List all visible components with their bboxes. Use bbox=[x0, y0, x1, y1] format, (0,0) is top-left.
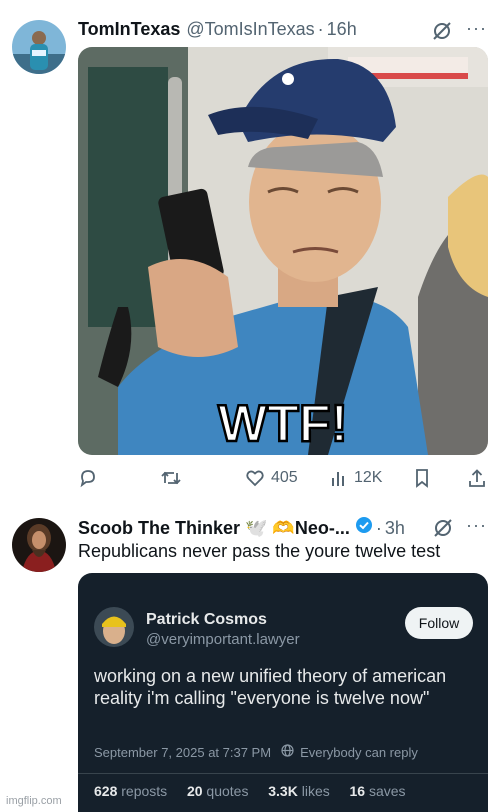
divider bbox=[78, 773, 488, 774]
follow-button: Follow bbox=[405, 607, 473, 639]
quote-audience: Everybody can reply bbox=[300, 744, 418, 760]
grok-icon[interactable] bbox=[432, 517, 454, 544]
handle[interactable]: @TomIsInTexas bbox=[186, 19, 314, 40]
quote-avatar bbox=[94, 607, 134, 647]
more-icon[interactable]: ··· bbox=[466, 18, 487, 39]
display-name[interactable]: Scoob The Thinker 🕊️ 🫶Neo-... bbox=[78, 518, 350, 539]
timestamp[interactable]: 16h bbox=[327, 19, 357, 40]
watermark: imgflip.com bbox=[6, 795, 62, 807]
quotes-count: 20 bbox=[186, 783, 203, 799]
bookmark-button[interactable] bbox=[413, 468, 431, 488]
quotes-label: quotes bbox=[206, 783, 249, 799]
display-name[interactable]: TomInTexas bbox=[78, 19, 180, 40]
avatar[interactable] bbox=[12, 20, 66, 74]
share-icon bbox=[469, 469, 485, 487]
bookmark-icon bbox=[416, 469, 428, 488]
reply-icon bbox=[80, 470, 95, 488]
views-button[interactable]: 12K bbox=[330, 468, 382, 488]
quote-meta: September 7, 2025 at 7:37 PM Everybody c… bbox=[94, 744, 418, 760]
retweet-icon bbox=[161, 471, 181, 485]
separator: · bbox=[375, 518, 382, 538]
quote-text: working on a new unified theory of ameri… bbox=[94, 666, 447, 708]
quote-author-handle: @veryimportant.lawyer bbox=[146, 631, 300, 648]
reposts-count: 628 bbox=[94, 783, 118, 799]
reply-button[interactable] bbox=[78, 468, 98, 488]
image-caption: WTF! bbox=[218, 395, 348, 453]
share-button[interactable] bbox=[468, 468, 486, 488]
verified-icon bbox=[355, 516, 373, 539]
heart-icon bbox=[246, 470, 264, 487]
tweet-text: Republicans never pass the youre twelve … bbox=[78, 541, 441, 561]
quoted-post-image[interactable]: Patrick Cosmos @veryimportant.lawyer Fol… bbox=[78, 573, 488, 812]
reposts-label: reposts bbox=[121, 783, 168, 799]
saves-count: 16 bbox=[349, 783, 366, 799]
views-icon bbox=[332, 472, 344, 486]
quote-timestamp: September 7, 2025 at 7:37 PM bbox=[94, 744, 272, 760]
globe-icon bbox=[281, 744, 294, 760]
tweet-actions: 405 12K bbox=[78, 466, 488, 492]
tweet-image[interactable]: WTF! bbox=[78, 47, 488, 455]
saves-label: saves bbox=[368, 783, 406, 799]
avatar[interactable] bbox=[12, 518, 66, 572]
separator: · bbox=[317, 19, 324, 39]
likes-label: likes bbox=[301, 783, 330, 799]
likes-count: 3.3K bbox=[268, 783, 298, 799]
retweet-button[interactable] bbox=[160, 468, 182, 488]
like-count: 405 bbox=[271, 469, 298, 486]
grok-icon[interactable] bbox=[431, 20, 453, 47]
more-icon[interactable]: ··· bbox=[466, 515, 487, 536]
timestamp[interactable]: 3h bbox=[385, 518, 405, 539]
views-count: 12K bbox=[354, 469, 383, 486]
tweet-header: Scoob The Thinker 🕊️ 🫶Neo-... · 3h bbox=[78, 516, 405, 539]
quote-author-name: Patrick Cosmos bbox=[146, 611, 267, 628]
tweet-header: TomInTexas @TomIsInTexas · 16h bbox=[78, 19, 357, 40]
like-button[interactable]: 405 bbox=[245, 468, 298, 488]
quote-stats: 628 reposts 20 quotes 3.3K likes 16 save… bbox=[94, 783, 406, 799]
tweet-1: TomInTexas @TomIsInTexas · 16h ··· WTF! … bbox=[0, 0, 500, 500]
